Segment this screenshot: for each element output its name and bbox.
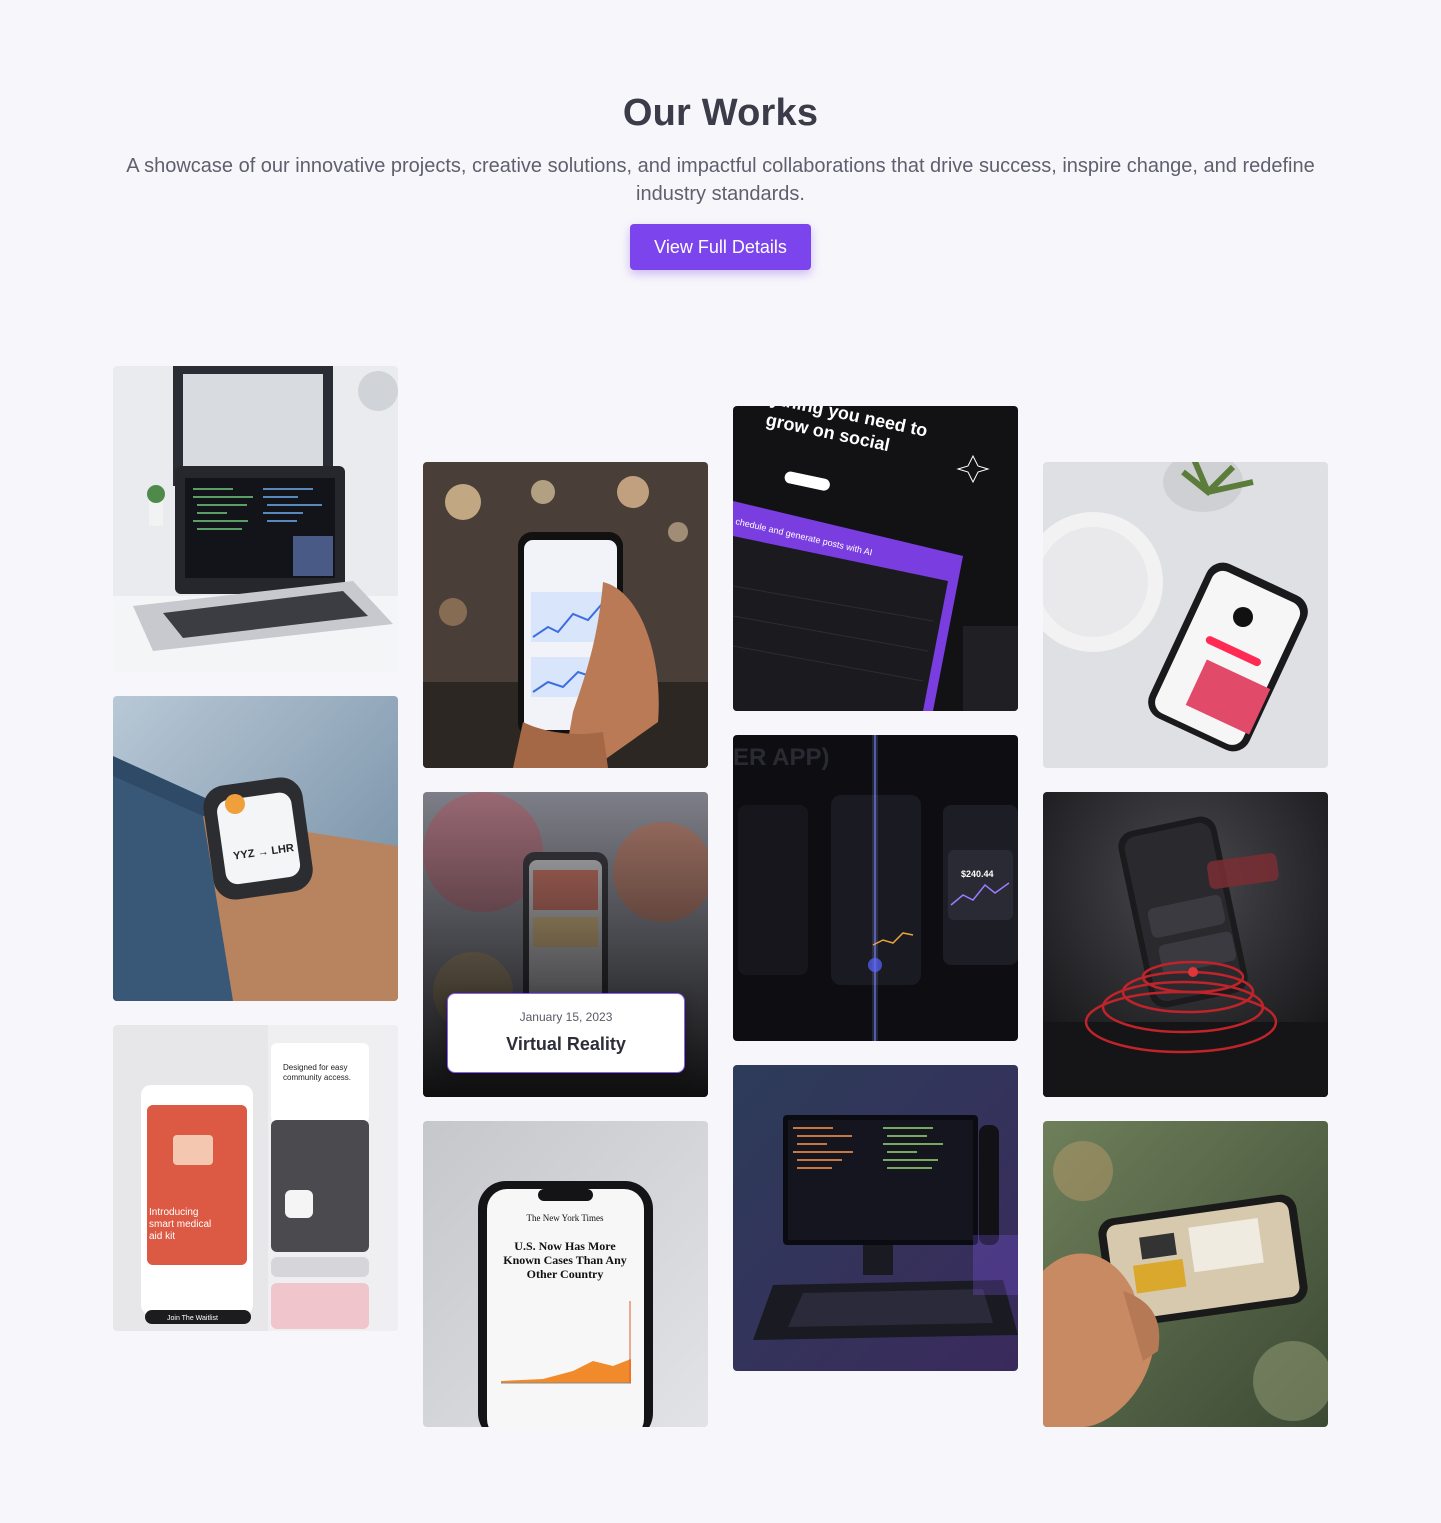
svg-text:Other Country: Other Country (527, 1267, 604, 1281)
work-tile-smartwatch[interactable]: YYZ → LHR (113, 696, 398, 1001)
work-tile-phone-room[interactable] (1043, 1121, 1328, 1427)
svg-text:Designed for easy: Designed for easy (283, 1063, 347, 1072)
phone-room-image (1043, 1121, 1328, 1427)
svg-text:community access.: community access. (283, 1073, 351, 1082)
caption-date: January 15, 2023 (519, 1010, 613, 1024)
nyt-masthead: The New York Times (526, 1213, 604, 1223)
svg-text:ER APP): ER APP) (733, 744, 829, 771)
smartwatch-image: YYZ → LHR (113, 696, 398, 1001)
svg-text:Known Cases Than Any: Known Cases Than Any (503, 1253, 627, 1267)
work-tile-phone-analytics[interactable] (423, 462, 708, 768)
work-tile-finance-phone[interactable] (1043, 792, 1328, 1097)
social-ai-image: ything you need to grow on social chedul… (733, 406, 1018, 711)
caption-title: Virtual Reality (506, 1034, 626, 1054)
laptop-code-image (113, 366, 398, 672)
finance-phone-image (1043, 792, 1328, 1097)
work-tile-medical-app[interactable]: Introducing smart medical aid kit Join T… (113, 1025, 398, 1331)
svg-text:smart medical: smart medical (149, 1219, 211, 1230)
page-title: Our Works (622, 92, 819, 134)
work-tile-laptop-code[interactable] (113, 366, 398, 672)
featured-caption-card[interactable]: January 15, 2023 Virtual Reality (447, 993, 685, 1073)
crypto-app-image: ER APP) $240.44 (733, 735, 1018, 1041)
work-tile-social-ai[interactable]: ything you need to grow on social chedul… (733, 406, 1018, 711)
medical-app-image: Introducing smart medical aid kit Join T… (113, 1025, 398, 1331)
work-tile-tiktok-phone[interactable] (1043, 462, 1328, 768)
work-tile-crypto-app[interactable]: ER APP) $240.44 (733, 735, 1018, 1041)
work-tile-virtual-reality[interactable]: January 15, 2023 Virtual Reality (423, 792, 708, 1097)
crypto-balance: $240.44 (961, 869, 994, 879)
page-subtitle: A showcase of our innovative projects, c… (126, 155, 1315, 205)
svg-text:aid kit: aid kit (149, 1231, 175, 1242)
monitor-code-image (733, 1065, 1018, 1371)
work-tile-nyt-phone[interactable]: The New York Times U.S. Now Has More Kno… (423, 1121, 708, 1427)
svg-text:Introducing: Introducing (149, 1207, 198, 1218)
tiktok-phone-image (1043, 462, 1328, 768)
view-full-details-button[interactable]: View Full Details (630, 224, 811, 270)
work-tile-monitor-code[interactable] (733, 1065, 1018, 1371)
svg-text:U.S. Now Has More: U.S. Now Has More (514, 1239, 616, 1253)
phone-analytics-image (423, 462, 708, 768)
nyt-phone-image: The New York Times U.S. Now Has More Kno… (423, 1121, 708, 1427)
medical-waitlist-text: Join The Waitlist (167, 1315, 218, 1322)
